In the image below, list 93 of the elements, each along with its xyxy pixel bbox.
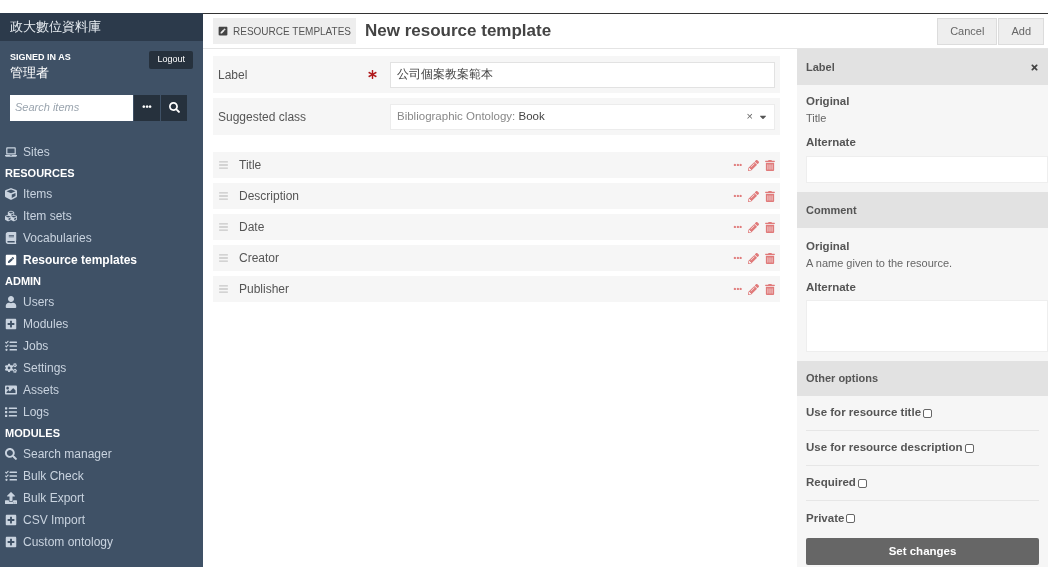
nav-item[interactable]: Modules xyxy=(5,312,198,335)
nav-item[interactable]: Resource templates xyxy=(5,248,198,271)
alternate-heading: Alternate xyxy=(806,279,857,295)
field-label: Suggested class xyxy=(218,108,308,126)
nav-item[interactable]: Bulk Check xyxy=(5,464,198,487)
option-label: Private xyxy=(806,510,845,526)
property-label: Description xyxy=(239,188,300,205)
edit-icon[interactable] xyxy=(748,190,759,202)
drag-handle-icon[interactable] xyxy=(218,160,229,170)
site-title[interactable]: 政大數位資料庫 xyxy=(0,13,203,41)
alternate-heading: Alternate xyxy=(806,134,857,150)
search-icon xyxy=(168,102,180,113)
label-input[interactable]: 公司個案教案範本 xyxy=(390,61,775,88)
drag-handle-icon[interactable] xyxy=(218,191,229,201)
breadcrumb-link[interactable]: RESOURCE TEMPLATES xyxy=(213,18,356,44)
checklist-icon xyxy=(5,339,17,352)
nav-section-heading: ADMIN xyxy=(5,274,43,290)
option-label: Required xyxy=(806,475,856,491)
user-name: 管理者 xyxy=(10,64,50,81)
book-icon xyxy=(5,231,17,244)
option-checkbox[interactable] xyxy=(857,478,867,488)
delete-icon[interactable] xyxy=(765,221,775,233)
property-row[interactable]: Title ••• xyxy=(213,152,780,178)
nav-item[interactable]: Bulk Export xyxy=(5,486,198,509)
delete-icon[interactable] xyxy=(765,159,775,171)
search-options-button[interactable]: ••• xyxy=(134,94,160,121)
original-heading: Original xyxy=(806,239,851,254)
section-title: Label xyxy=(806,59,835,75)
nav-item[interactable]: CSV Import xyxy=(5,508,198,531)
search-icon xyxy=(5,447,17,460)
nav-section-heading: RESOURCES xyxy=(5,166,76,182)
search-button[interactable] xyxy=(161,94,187,121)
image-icon xyxy=(5,383,17,396)
property-label: Title xyxy=(239,157,262,174)
header-button[interactable]: Cancel xyxy=(937,17,998,45)
upload-icon xyxy=(5,491,17,504)
close-icon[interactable] xyxy=(1030,62,1039,72)
signed-in-label: SIGNED IN AS xyxy=(10,51,71,64)
class-select[interactable]: Bibliographic Ontology: Book × xyxy=(390,103,775,130)
class-select-value: Bibliographic Ontology: Book xyxy=(397,108,545,124)
section-title: Comment xyxy=(806,202,857,218)
option-checkbox[interactable] xyxy=(923,408,933,418)
property-row[interactable]: Creator ••• xyxy=(213,245,780,271)
logout-button[interactable]: Logout xyxy=(149,51,193,69)
edit-icon[interactable] xyxy=(748,221,759,233)
cubes-icon xyxy=(5,209,17,222)
field-label: Label xyxy=(218,66,249,84)
nav-item[interactable]: Vocabularies xyxy=(5,226,198,249)
nav-section-heading: MODULES xyxy=(5,426,61,442)
property-label: Creator xyxy=(239,250,279,267)
user-icon xyxy=(5,295,17,308)
property-row[interactable]: Description ••• xyxy=(213,183,780,209)
nav-item[interactable]: Item sets xyxy=(5,204,198,227)
clear-selection-button[interactable]: × xyxy=(746,108,753,125)
nav-item[interactable]: Sites xyxy=(5,140,198,163)
property-label: Publisher xyxy=(239,281,290,298)
gears-icon xyxy=(5,361,17,374)
drag-handle-icon[interactable] xyxy=(218,253,229,263)
header-button[interactable]: Add xyxy=(998,17,1044,45)
search-field[interactable]: Search items xyxy=(10,94,133,121)
nav-item[interactable]: Logs xyxy=(5,400,198,423)
section-title: Other options xyxy=(806,371,879,387)
nav-item[interactable]: Search manager xyxy=(5,442,198,465)
original-value: A name given to the resource. xyxy=(806,256,954,272)
nav-item[interactable]: Settings xyxy=(5,356,198,379)
nav-item[interactable]: Items xyxy=(5,182,198,205)
drag-handle-icon[interactable] xyxy=(218,284,229,294)
nav-item[interactable]: Jobs xyxy=(5,334,198,357)
edit-icon[interactable] xyxy=(748,283,759,295)
nav-item[interactable]: Assets xyxy=(5,378,198,401)
drag-handle-icon[interactable] xyxy=(218,222,229,232)
edit-icon[interactable] xyxy=(748,252,759,264)
property-row[interactable]: Date ••• xyxy=(213,214,780,240)
delete-icon[interactable] xyxy=(765,252,775,264)
checklist-icon xyxy=(5,469,17,482)
cube-icon xyxy=(5,187,17,200)
page-title: New resource template xyxy=(365,20,552,43)
delete-icon[interactable] xyxy=(765,283,775,295)
option-checkbox[interactable] xyxy=(964,443,974,453)
original-heading: Original xyxy=(806,94,851,109)
nav-item[interactable]: Users xyxy=(5,290,198,313)
option-checkbox[interactable] xyxy=(846,514,856,523)
property-row[interactable]: Publisher ••• xyxy=(213,276,780,302)
edit-icon[interactable] xyxy=(748,159,759,171)
delete-icon[interactable] xyxy=(765,190,775,202)
nav-item[interactable]: Custom ontology xyxy=(5,530,198,553)
property-label: Date xyxy=(239,219,265,236)
option-label: Use for resource title xyxy=(806,405,922,421)
set-changes-button[interactable]: Set changes xyxy=(806,538,1039,565)
list-icon xyxy=(5,405,17,418)
option-label: Use for resource description xyxy=(806,440,963,456)
laptop-icon xyxy=(5,145,17,158)
original-value: Title xyxy=(806,111,828,127)
